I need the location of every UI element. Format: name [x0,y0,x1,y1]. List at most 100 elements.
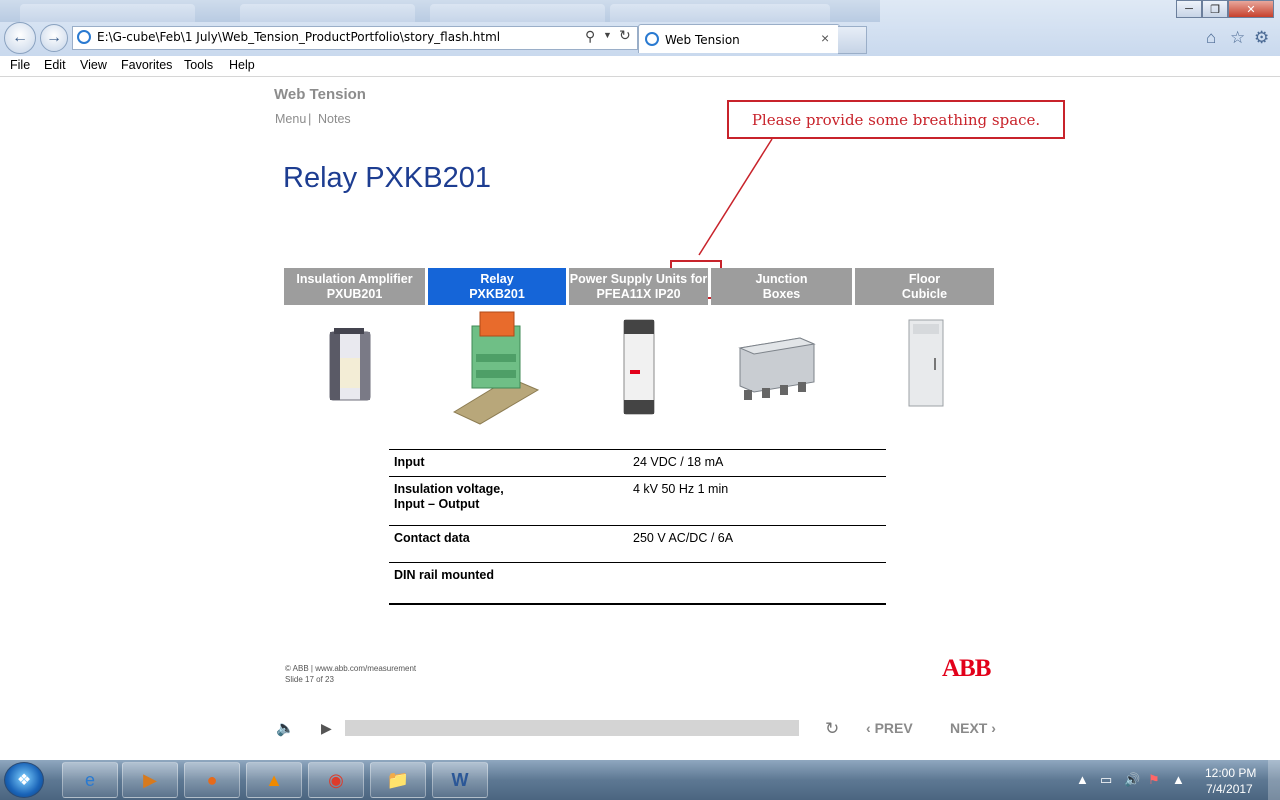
close-window-button[interactable]: ✕ [1228,0,1274,18]
search-icon[interactable]: ⚲ [585,28,595,45]
tab-label-line2: PXUB201 [326,287,383,301]
tab-label-line2: Cubicle [901,287,948,301]
table-row: Contact data 250 V AC/DC / 6A [389,525,886,563]
address-text[interactable]: E:\G-cube\Feb\1 July\Web_Tension_Product… [97,30,500,44]
address-bar[interactable]: E:\G-cube\Feb\1 July\Web_Tension_Product… [72,26,638,50]
settings-gear-icon[interactable]: ⚙ [1254,28,1269,48]
folder-icon: 📁 [386,769,410,790]
background-tab[interactable] [610,4,830,22]
chevron-right-icon: › [991,720,996,736]
background-tab[interactable] [430,4,605,22]
new-tab-button[interactable] [838,26,867,54]
floor-cubicle-image[interactable] [905,318,947,408]
tab-label-line1: Relay [480,272,514,286]
abb-logo: ABB [942,655,991,682]
forward-button[interactable]: → [40,24,68,52]
restore-button[interactable]: ❐ [1202,0,1228,18]
taskbar-internet-explorer[interactable]: e [62,762,118,798]
menu-help[interactable]: Help [229,58,255,72]
taskbar-chrome[interactable]: ◉ [308,762,364,798]
menu-file[interactable]: File [10,58,30,72]
taskbar-file-explorer[interactable]: 📁 [370,762,426,798]
dropdown-icon[interactable]: ▼ [603,30,612,40]
clock-time[interactable]: 12:00 PM [1205,766,1256,780]
background-tab[interactable] [240,4,415,22]
background-tabs [0,0,880,22]
menu-link[interactable]: Menu [275,112,306,126]
prev-label: PREV [874,720,913,736]
next-label: NEXT [950,720,988,736]
table-row: Insulation voltage, Input – Output 4 kV 5… [389,476,886,526]
start-button[interactable]: ❖ [4,762,44,798]
menu-tools[interactable]: Tools [184,58,213,72]
spec-value: 250 V AC/DC / 6A [633,531,734,545]
minimize-icon: ─ [1185,3,1193,15]
tab-power-supply[interactable]: Power Supply Units for PFEA11X IP20 [569,268,708,305]
play-icon[interactable]: ▶ [321,720,332,737]
volume-tray-icon[interactable]: 🔊 [1124,772,1140,788]
callout-text: Please provide some breathing space. [751,110,1041,129]
back-arrow-icon: ← [12,29,28,46]
power-supply-image[interactable] [618,318,660,416]
tab-label-line1: Junction [755,272,808,286]
back-button[interactable]: ← [4,22,36,54]
replay-icon[interactable]: ↻ [825,719,839,739]
tab-label-line2: PFEA11X IP20 [596,287,681,301]
menu-favorites[interactable]: Favorites [121,58,172,72]
network-signal-icon[interactable]: ▲ [1172,772,1185,787]
relay-image[interactable] [450,308,542,426]
tab-label-line2: Boxes [762,287,801,301]
close-tab-icon[interactable]: × [821,30,829,46]
spec-value: 4 kV 50 Hz 1 min [633,482,729,496]
volume-icon[interactable]: 🔈 [276,719,295,737]
minimize-button[interactable]: ─ [1176,0,1202,18]
close-icon: ✕ [1246,3,1256,16]
taskbar-media-player[interactable]: ▶ [122,762,178,798]
next-button[interactable]: NEXT › [950,720,996,736]
review-callout: Please provide some breathing space. [727,100,1065,139]
forward-arrow-icon: → [46,29,62,46]
tab-label-line1: Floor [908,272,941,286]
battery-icon[interactable]: ▭ [1100,772,1112,788]
junction-box-image[interactable] [736,334,818,404]
action-center-flag-icon[interactable]: ⚑ [1148,772,1160,788]
show-hidden-icons-icon[interactable]: ▲ [1076,772,1089,787]
insulation-amplifier-image[interactable] [322,328,378,404]
menu-edit[interactable]: Edit [44,58,66,72]
tab-insulation-amplifier[interactable]: Insulation Amplifier PXUB201 [284,268,425,305]
windows-logo-icon: ❖ [16,772,32,789]
tab-relay[interactable]: Relay PXKB201 [428,268,566,305]
prev-button[interactable]: ‹ PREV [866,720,913,736]
favorites-star-icon[interactable]: ☆ [1230,28,1245,48]
media-player-icon: ▶ [143,769,157,790]
word-icon: W [451,769,469,790]
internet-explorer-icon: e [84,769,95,790]
taskbar-firefox[interactable]: ● [184,762,240,798]
taskbar-word[interactable]: W [432,762,488,798]
tab-junction-boxes[interactable]: Junction Boxes [711,268,852,305]
table-row: DIN rail mounted [389,562,886,605]
ie-tab-icon [645,32,659,46]
spec-label: DIN rail mounted [394,568,495,582]
show-desktop-button[interactable] [1268,760,1280,800]
browser-tab-active[interactable]: Web Tension × [638,24,840,53]
background-tab[interactable] [20,4,195,22]
tab-floor-cubicle[interactable]: Floor Cubicle [855,268,994,305]
spec-label: Input [394,455,425,469]
restore-icon: ❐ [1210,3,1220,16]
refresh-icon[interactable]: ↻ [619,27,631,44]
spec-value: 24 VDC / 18 mA [633,455,724,469]
firefox-icon: ● [206,769,218,790]
vlc-cone-icon: ▲ [265,769,283,790]
notes-link[interactable]: Notes [318,112,351,126]
nav-separator: | [308,111,312,126]
home-icon[interactable]: ⌂ [1206,28,1216,48]
spec-label: Insulation voltage, Input – Output [394,482,504,511]
chrome-icon: ◉ [328,769,344,790]
tab-label-line1: Insulation Amplifier [296,272,413,286]
seek-bar[interactable] [345,720,799,736]
taskbar-vlc[interactable]: ▲ [246,762,302,798]
tab-label-line1: Power Supply Units for [569,272,708,286]
clock-date[interactable]: 7/4/2017 [1206,782,1253,796]
menu-view[interactable]: View [80,58,107,72]
